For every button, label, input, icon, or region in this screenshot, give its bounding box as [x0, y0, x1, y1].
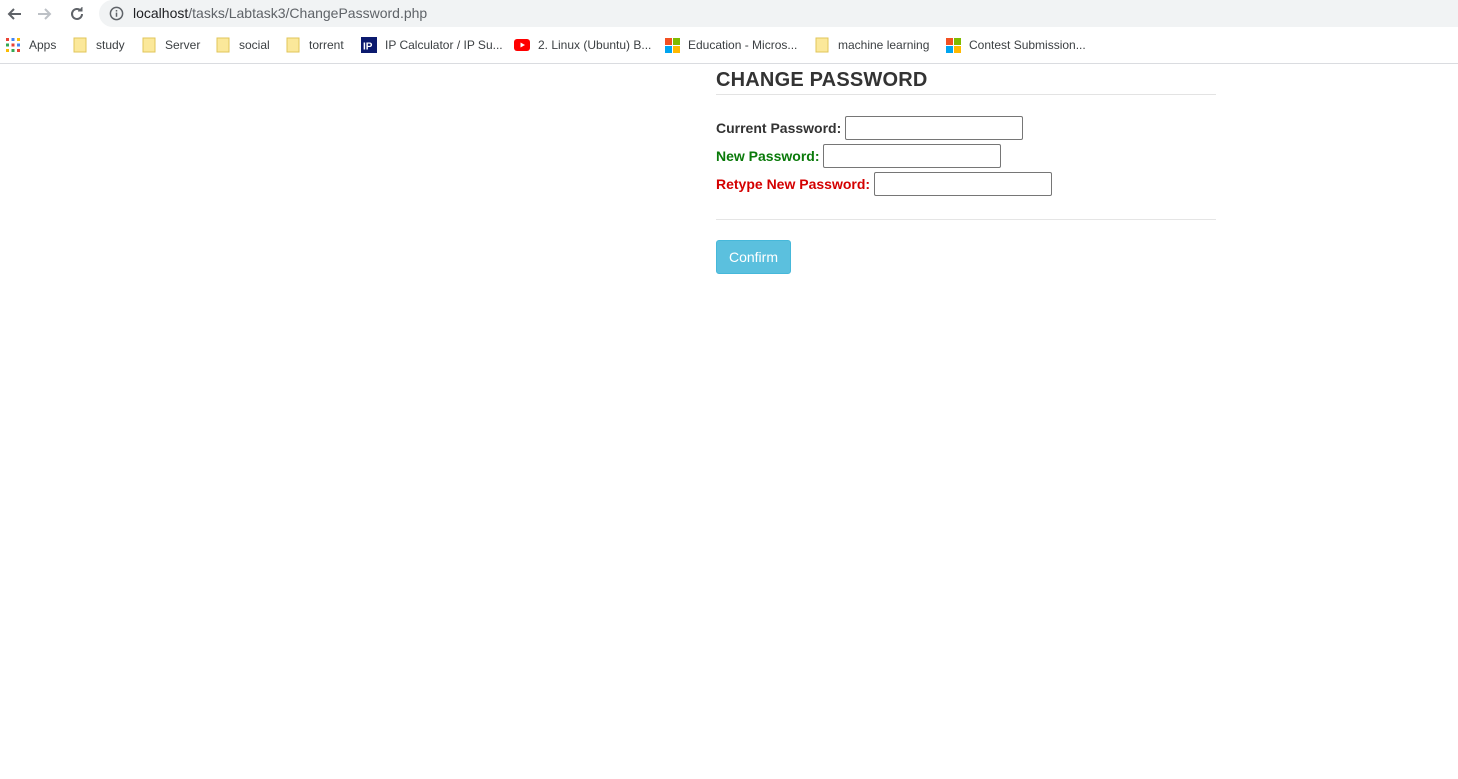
bookmark-label: Server — [165, 38, 201, 52]
back-arrow-icon — [7, 8, 21, 20]
url-host: localhost — [133, 5, 189, 21]
bookmark-server[interactable]: Server — [141, 31, 200, 59]
bookmark-label: social — [239, 38, 270, 52]
bookmark-label: Contest Submission... — [969, 38, 1086, 52]
folder-icon — [215, 37, 231, 53]
bookmark-ip-calculator[interactable]: IP IP Calculator / IP Su... — [361, 31, 503, 59]
bookmark-education-microsoft[interactable]: Education - Micros... — [664, 31, 797, 59]
form-divider — [716, 219, 1216, 220]
bookmark-linux-youtube[interactable]: 2. Linux (Ubuntu) B... — [514, 31, 651, 59]
confirm-button[interactable]: Confirm — [716, 240, 791, 274]
bookmark-label: study — [96, 38, 125, 52]
bookmark-label: 2. Linux (Ubuntu) B... — [538, 38, 652, 52]
new-password-label: New Password: — [716, 148, 820, 164]
retype-password-row: Retype New Password: — [716, 171, 1053, 197]
folder-icon — [285, 37, 301, 53]
bookmark-machine-learning[interactable]: machine learning — [814, 31, 929, 59]
folder-icon — [141, 37, 157, 53]
change-password-form: CHANGE PASSWORD Current Password: New Pa… — [716, 64, 1216, 274]
folder-icon — [72, 37, 88, 53]
bookmark-study[interactable]: study — [72, 31, 125, 59]
retype-password-input[interactable] — [874, 172, 1053, 196]
bookmark-label: machine learning — [838, 38, 930, 52]
ip-site-icon: IP — [361, 37, 377, 53]
new-password-row: New Password: — [716, 143, 1002, 169]
bookmark-apps[interactable]: Apps — [5, 31, 56, 59]
url-text[interactable]: localhost/tasks/Labtask3/ChangePassword.… — [133, 5, 427, 21]
url-path: /tasks/Labtask3/ChangePassword.php — [188, 5, 428, 21]
info-icon[interactable] — [109, 6, 124, 21]
retype-password-label: Retype New Password: — [716, 176, 871, 192]
bookmark-label: Education - Micros... — [688, 38, 798, 52]
current-password-label: Current Password: — [716, 120, 842, 136]
bookmark-torrent[interactable]: torrent — [285, 31, 344, 59]
new-password-input[interactable] — [823, 144, 1002, 168]
back-button[interactable] — [3, 4, 25, 24]
bookmark-social[interactable]: social — [215, 31, 270, 59]
page-title: CHANGE PASSWORD — [716, 69, 928, 91]
youtube-icon — [514, 37, 530, 53]
forward-button[interactable] — [34, 4, 56, 24]
microsoft-icon — [664, 37, 680, 53]
bookmarks-bar: Apps study Server social torrent IP IP C… — [0, 31, 1458, 59]
current-password-row: Current Password: — [716, 115, 1024, 141]
bookmark-label: IP Calculator / IP Su... — [385, 38, 503, 52]
bookmark-label: torrent — [309, 38, 344, 52]
microsoft-icon — [945, 37, 961, 53]
current-password-input[interactable] — [845, 116, 1024, 140]
folder-icon — [814, 37, 830, 53]
reload-button[interactable] — [66, 4, 88, 24]
forward-arrow-icon — [38, 8, 52, 20]
browser-toolbar: localhost/tasks/Labtask3/ChangePassword.… — [0, 0, 1458, 29]
reload-icon — [71, 7, 83, 20]
svg-text:IP: IP — [363, 42, 373, 53]
title-divider — [716, 94, 1216, 95]
apps-grid-icon — [5, 37, 21, 53]
address-bar[interactable]: localhost/tasks/Labtask3/ChangePassword.… — [99, 0, 1458, 27]
bookmark-label: Apps — [29, 38, 57, 52]
bookmark-contest-submission[interactable]: Contest Submission... — [945, 31, 1086, 59]
